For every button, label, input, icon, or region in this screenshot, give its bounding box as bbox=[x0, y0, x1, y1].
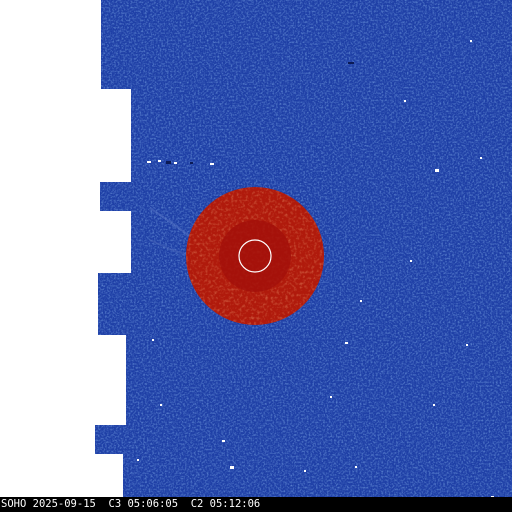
star bbox=[210, 163, 214, 165]
star bbox=[160, 404, 162, 406]
c2-occulter bbox=[219, 220, 291, 292]
caption-c2-time: C2 05:12:06 bbox=[190, 498, 261, 510]
caption-c3-time: C3 05:06:05 bbox=[108, 498, 179, 510]
star bbox=[304, 470, 306, 472]
star bbox=[433, 404, 435, 406]
star bbox=[480, 157, 482, 159]
star bbox=[466, 344, 468, 346]
star bbox=[345, 342, 348, 344]
coronagraph-image bbox=[0, 0, 512, 498]
star bbox=[174, 162, 177, 164]
star bbox=[470, 40, 472, 42]
star bbox=[190, 162, 193, 164]
star bbox=[158, 160, 161, 162]
star bbox=[360, 300, 362, 302]
caption-observatory: SOHO bbox=[1, 498, 27, 510]
star bbox=[137, 459, 139, 461]
star bbox=[404, 100, 406, 102]
star bbox=[355, 466, 357, 468]
star bbox=[410, 260, 412, 262]
star bbox=[152, 339, 154, 341]
star bbox=[222, 440, 225, 442]
star bbox=[348, 62, 354, 64]
star bbox=[230, 466, 234, 469]
star bbox=[166, 161, 171, 164]
star bbox=[147, 161, 151, 163]
caption-date: 2025-09-15 bbox=[32, 498, 96, 510]
star bbox=[330, 396, 332, 398]
caption-bar: SOHO 2025-09-15 C3 05:06:05 C2 05:12:06 bbox=[0, 497, 512, 512]
star bbox=[435, 169, 439, 172]
